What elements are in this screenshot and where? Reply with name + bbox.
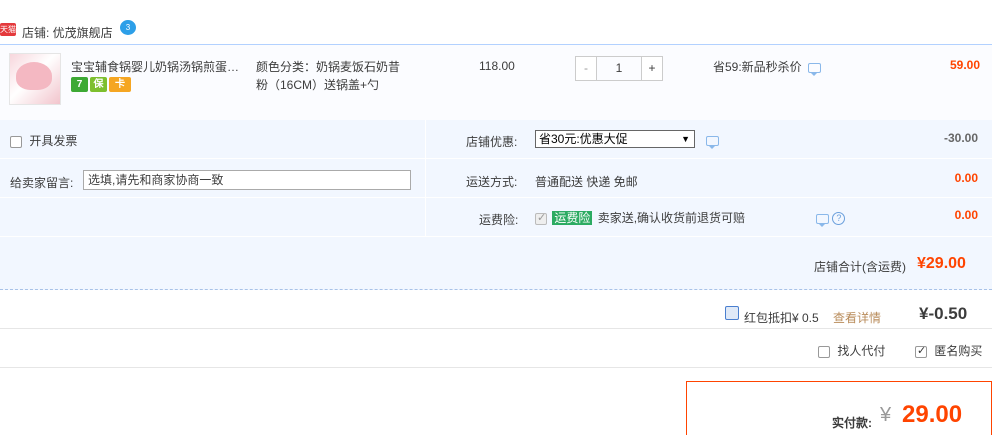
product-title[interactable]: 宝宝辅食锅婴儿奶锅汤锅煎蛋锅多功能 — [71, 58, 251, 75]
message-label: 给卖家留言: — [10, 176, 74, 190]
help-icon[interactable]: ? — [832, 212, 846, 226]
redpacket-checkbox[interactable] — [725, 306, 739, 320]
promo-label: 省59:新品秒杀价 — [713, 60, 802, 74]
promo-text: 省59:新品秒杀价 — [713, 58, 821, 76]
qty-input[interactable]: 1 — [597, 57, 641, 80]
coupon-amount: -30.00 — [943, 131, 978, 145]
divider — [425, 120, 426, 236]
insurance-tag: 运费险 — [552, 211, 593, 225]
insurance-amount: 0.00 — [954, 208, 978, 222]
insurance-label: 运费险: — [479, 213, 519, 227]
quantity-stepper: - 1 + — [575, 56, 663, 81]
redpacket-detail-link[interactable]: 查看详情 — [833, 309, 881, 326]
qty-plus-button[interactable]: + — [641, 57, 662, 80]
payment-label: 实付款: — [832, 416, 872, 430]
anonymous-option[interactable]: 匿名购买 — [915, 342, 982, 359]
shipping-amount: 0.00 — [954, 171, 978, 185]
shop-total-value: ¥29.00 — [917, 255, 966, 272]
qty-minus-button[interactable]: - — [576, 57, 597, 80]
divider — [0, 236, 992, 237]
credit-card-icon: 卡 — [109, 77, 131, 92]
coupon-select[interactable]: 省30元:优惠大促 ▼ — [535, 130, 695, 148]
message-icon[interactable] — [807, 62, 821, 76]
proxy-pay-option[interactable]: 找人代付 — [818, 342, 885, 359]
shipping-label: 运送方式: — [466, 175, 518, 189]
insurance-text: 卖家送,确认收货前退货可赔 — [597, 211, 746, 225]
message-icon[interactable] — [706, 135, 719, 149]
insurance-checkbox — [535, 211, 547, 225]
tmall-icon: 天猫 — [0, 23, 16, 36]
payment-currency: ¥ — [880, 404, 892, 426]
insurance-option: 运费险 卖家送,确认收货前退货可赔 — [535, 209, 745, 226]
shipping-value: 普通配送 快递 免邮 — [535, 175, 638, 189]
invoice-option[interactable]: 开具发票 — [10, 132, 77, 149]
divider — [0, 197, 992, 198]
redpacket-value: ¥-0.50 — [919, 304, 968, 323]
payment-value: 29.00 — [902, 401, 963, 428]
message-icon[interactable] — [816, 213, 829, 227]
divider — [0, 158, 992, 159]
shop-total-label: 店铺合计(含运费) — [814, 260, 906, 274]
chevron-down-icon: ▼ — [681, 134, 690, 144]
invoice-label: 开具发票 — [29, 134, 78, 148]
product-image-pot — [16, 62, 52, 90]
anonymous-checkbox[interactable] — [915, 344, 927, 358]
coupon-selected: 省30元:优惠大促 — [539, 132, 628, 146]
item-subtotal: 59.00 — [949, 58, 980, 72]
coupon-label: 店铺优惠: — [466, 135, 518, 149]
shop-name[interactable]: 店铺: 优茂旗舰店 — [22, 24, 113, 41]
chat-icon[interactable]: 3 — [120, 20, 136, 35]
seven-day-return-icon: 7 — [71, 77, 88, 92]
proxy-pay-checkbox[interactable] — [818, 345, 830, 358]
invoice-checkbox[interactable] — [10, 135, 22, 148]
sku-description: 颜色分类：奶锅麦饭石奶昔粉（16CM）送锅盖+勺 — [256, 60, 401, 92]
proxy-pay-label: 找人代付 — [837, 344, 886, 358]
divider — [0, 367, 992, 368]
redpacket-label: 红包抵扣¥ 0.5 — [744, 311, 819, 325]
anonymous-label: 匿名购买 — [934, 344, 983, 358]
service-badges: 7 保 卡 — [71, 77, 131, 92]
message-input[interactable]: 选填,请先和商家协商一致 — [83, 170, 411, 190]
divider — [0, 328, 992, 329]
item-row — [0, 44, 992, 120]
unit-price: 118.00 — [479, 59, 515, 73]
guarantee-icon: 保 — [90, 77, 107, 92]
